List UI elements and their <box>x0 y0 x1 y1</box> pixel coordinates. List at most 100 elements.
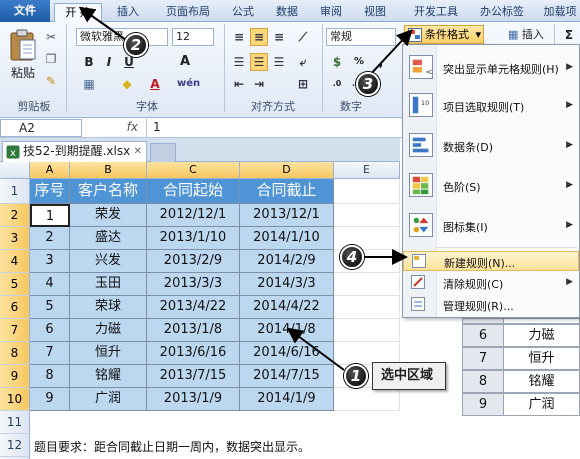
column-header[interactable]: D <box>240 162 334 179</box>
table-cell[interactable]: 2014/2/9 <box>240 250 334 273</box>
table-cell[interactable]: 2013/4/22 <box>147 296 240 319</box>
row-header[interactable]: 5 <box>0 273 30 296</box>
grow-font-button[interactable]: A <box>176 53 194 71</box>
row-header[interactable]: 8 <box>0 342 30 365</box>
tab-review[interactable]: 审阅 <box>314 3 348 22</box>
table-cell[interactable]: 2014/1/8 <box>240 319 334 342</box>
currency-icon[interactable]: $ <box>328 53 346 71</box>
table-cell[interactable]: 2013/3/3 <box>147 273 240 296</box>
table-cell[interactable]: 2013/6/16 <box>147 342 240 365</box>
table-cell[interactable]: 2014/1/10 <box>240 227 334 250</box>
row-header[interactable]: 12 <box>0 434 30 457</box>
table-cell[interactable]: 2014/6/16 <box>240 342 334 365</box>
row-header[interactable]: 6 <box>0 296 30 319</box>
table-cell[interactable]: 2013/1/8 <box>147 319 240 342</box>
table-cell[interactable]: 2014/1/9 <box>240 388 334 411</box>
align-top-icon[interactable]: ≡ <box>230 28 248 46</box>
table-cell[interactable]: 2 <box>30 227 70 250</box>
table-cell[interactable]: 9 <box>30 388 70 411</box>
tab-view[interactable]: 视图 <box>358 3 392 22</box>
table-header-cell[interactable]: 客户名称 <box>70 179 147 204</box>
table-cell[interactable]: 2013/1/9 <box>147 388 240 411</box>
table-cell[interactable]: 6 <box>30 319 70 342</box>
table-cell[interactable]: 盛达 <box>70 227 147 250</box>
percent-icon[interactable]: % <box>350 53 368 71</box>
menu-item-color-scales[interactable]: 色阶(S) ▶ <box>403 171 579 201</box>
table-cell[interactable]: 2012/12/1 <box>147 204 240 227</box>
fill-color-icon[interactable]: ◆ <box>118 75 136 93</box>
fx-icon[interactable]: fx <box>86 119 142 137</box>
autosum-button[interactable]: Σ <box>560 26 578 44</box>
menu-item-top-bottom-rules[interactable]: 10 项目选取规则(T) ▶ <box>403 91 579 121</box>
borders-icon[interactable]: ▦ <box>80 75 98 93</box>
close-icon[interactable]: ✕ <box>134 142 142 161</box>
phonetic-icon[interactable]: wén <box>176 75 200 93</box>
number-format-select[interactable]: 常规 <box>326 28 396 46</box>
tab-page-layout[interactable]: 页面布局 <box>160 3 216 22</box>
empty-cell[interactable] <box>334 273 400 296</box>
table-header-cell[interactable]: 序号 <box>30 179 70 204</box>
paste-button[interactable]: 粘贴 <box>6 26 40 86</box>
menu-item-data-bars[interactable]: 数据条(D) ▶ <box>403 131 579 161</box>
menu-item-manage-rules[interactable]: 管理规则(R)... <box>403 295 579 315</box>
font-color-button[interactable]: A <box>146 75 164 93</box>
table-cell[interactable]: 3 <box>30 250 70 273</box>
align-middle-icon[interactable]: ≡ <box>250 28 268 46</box>
tab-file[interactable]: 文件 <box>0 0 50 22</box>
decrease-indent-icon[interactable]: ⇤ <box>230 75 248 93</box>
table-cell[interactable]: 2013/7/15 <box>147 365 240 388</box>
table-cell[interactable]: 8 <box>30 365 70 388</box>
format-painter-icon[interactable]: ✎ <box>42 72 60 90</box>
tab-addins[interactable]: 加载项 <box>540 3 580 22</box>
row-header[interactable]: 1 <box>0 179 30 204</box>
increase-indent-icon[interactable]: ⇥ <box>250 75 268 93</box>
table-cell[interactable]: 2014/7/15 <box>240 365 334 388</box>
bold-button[interactable]: B <box>80 53 98 71</box>
tab-office-tab[interactable]: 办公标签 <box>474 3 530 22</box>
select-all-corner[interactable] <box>0 162 30 179</box>
align-right-icon[interactable]: ☰ <box>270 53 288 71</box>
row-header[interactable]: 3 <box>0 227 30 250</box>
italic-button[interactable]: I <box>100 53 118 71</box>
table-cell[interactable]: 兴发 <box>70 250 147 273</box>
name-box[interactable]: A2 <box>0 119 82 137</box>
row-header[interactable]: 2 <box>0 204 30 227</box>
tab-formulas[interactable]: 公式 <box>226 3 260 22</box>
table-cell[interactable]: 5 <box>30 296 70 319</box>
table-header-cell[interactable]: 合同起始 <box>147 179 240 204</box>
table-cell[interactable]: 7 <box>30 342 70 365</box>
row-header[interactable]: 4 <box>0 250 30 273</box>
text-orientation-icon[interactable]: ⟋ <box>294 28 312 46</box>
align-center-icon[interactable]: ☰ <box>250 53 268 71</box>
table-cell[interactable]: 2013/1/10 <box>147 227 240 250</box>
copy-icon[interactable]: ❐ <box>42 50 60 68</box>
increase-decimal-icon[interactable]: .0 <box>328 75 346 93</box>
table-cell[interactable]: 玉田 <box>70 273 147 296</box>
table-cell[interactable]: 广润 <box>70 388 147 411</box>
tab-home[interactable]: 开 始 <box>54 3 102 23</box>
menu-item-highlight-rules[interactable]: < 突出显示单元格规则(H) ▶ <box>403 53 579 83</box>
table-cell[interactable]: 2013/12/1 <box>240 204 334 227</box>
font-name-select[interactable]: 微软雅黑 <box>76 28 168 46</box>
formula-input[interactable]: 1 <box>146 119 401 137</box>
workbook-tab[interactable]: x 技52-到期提醒.xlsx ✕ <box>2 141 147 162</box>
empty-cell[interactable] <box>334 319 400 342</box>
column-header[interactable]: B <box>70 162 147 179</box>
wrap-text-icon[interactable]: ⤶ <box>294 53 312 71</box>
row-header[interactable]: 7 <box>0 319 30 342</box>
column-header[interactable]: A <box>30 162 70 179</box>
font-size-select[interactable]: 12 <box>172 28 214 46</box>
table-cell[interactable]: 4 <box>30 273 70 296</box>
tab-developer[interactable]: 开发工具 <box>408 3 464 22</box>
menu-item-icon-sets[interactable]: 图标集(I) ▶ <box>403 211 579 241</box>
table-cell[interactable]: 2014/4/22 <box>240 296 334 319</box>
row-header[interactable]: 9 <box>0 365 30 388</box>
align-left-icon[interactable]: ☰ <box>230 53 248 71</box>
table-cell[interactable]: 2014/3/3 <box>240 273 334 296</box>
comma-icon[interactable]: , <box>372 53 390 71</box>
table-cell[interactable]: 荣球 <box>70 296 147 319</box>
table-cell[interactable]: 力磁 <box>70 319 147 342</box>
insert-cells-button[interactable]: ▦ 插入 <box>508 26 544 42</box>
table-cell[interactable]: 恒升 <box>70 342 147 365</box>
table-cell[interactable]: 2013/2/9 <box>147 250 240 273</box>
